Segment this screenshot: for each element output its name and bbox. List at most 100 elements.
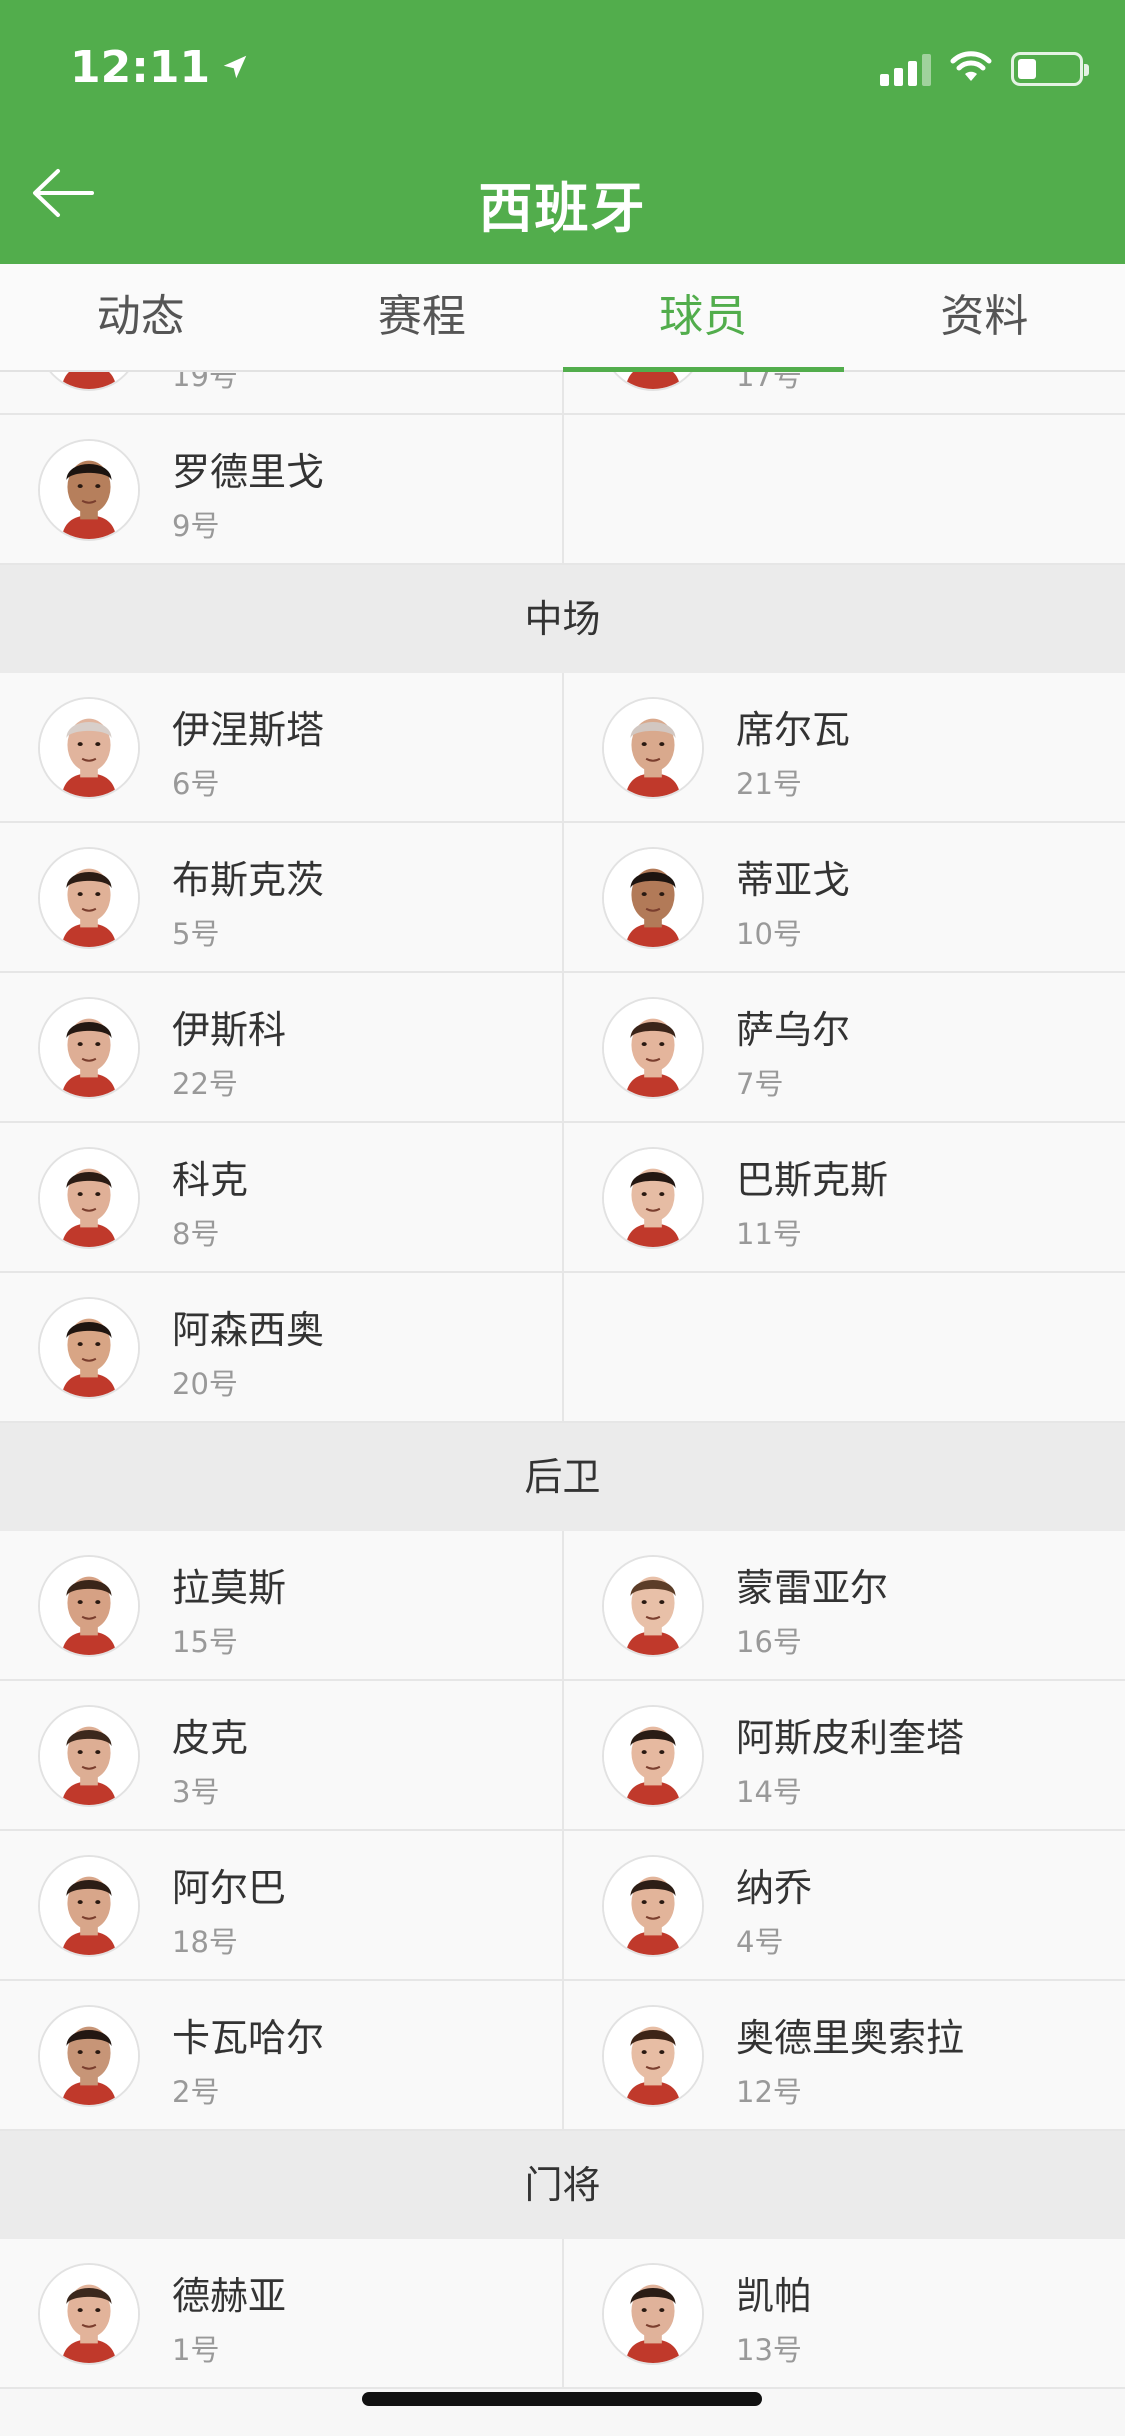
empty-cell	[562, 415, 1125, 563]
player-row: 伊涅斯塔 6号 席尔瓦 21号	[0, 673, 1125, 823]
player-name: 伊涅斯塔	[172, 708, 325, 752]
player-row: 德赫亚 1号 凯帕 13号	[0, 2239, 1125, 2389]
player-avatar	[38, 697, 140, 799]
empty-cell	[562, 1273, 1125, 1421]
player-avatar	[38, 1297, 140, 1399]
player-number: 6号	[172, 767, 220, 801]
player-avatar	[38, 2263, 140, 2365]
section-header: 后卫	[0, 1423, 1125, 1531]
player-list[interactable]: 迭戈-科斯塔19号阿斯帕斯17号罗德里戈 9号中场伊涅斯塔 6号 席尔瓦 21号布斯克茨…	[0, 372, 1125, 2436]
player-row: 阿森西奥 20号	[0, 1273, 1125, 1423]
player-cell[interactable]: 德赫亚 1号	[0, 2239, 562, 2387]
player-number: 18号	[172, 1925, 238, 1959]
player-cell[interactable]: 席尔瓦 21号	[562, 673, 1125, 821]
player-name: 蒂亚戈	[736, 858, 851, 902]
section-header: 中场	[0, 565, 1125, 673]
player-avatar	[602, 1855, 704, 1957]
player-name: 阿森西奥	[172, 1308, 325, 1352]
player-name: 蒙雷亚尔	[736, 1566, 889, 1610]
nav-header: 12:11 西班牙	[0, 0, 1125, 264]
player-cell[interactable]: 伊斯科 22号	[0, 973, 562, 1121]
player-row: 卡瓦哈尔 2号 奥德里奥索拉 12号	[0, 1981, 1125, 2131]
player-avatar	[602, 2263, 704, 2365]
player-cell[interactable]: 阿斯皮利奎塔 14号	[562, 1681, 1125, 1829]
player-number: 15号	[172, 1625, 238, 1659]
page-title: 西班牙	[478, 177, 647, 240]
player-name: 科克	[172, 1158, 249, 1202]
player-number: 7号	[736, 1067, 784, 1101]
player-name: 布斯克茨	[172, 858, 325, 902]
player-cell[interactable]: 迭戈-科斯塔19号	[0, 372, 562, 413]
player-name: 萨乌尔	[736, 1008, 851, 1052]
player-number: 8号	[172, 1217, 220, 1251]
player-name: 阿尔巴	[172, 1866, 287, 1910]
player-avatar	[602, 1555, 704, 1657]
player-number: 22号	[172, 1067, 238, 1101]
player-avatar	[602, 1705, 704, 1807]
player-number: 11号	[736, 1217, 802, 1251]
player-cell[interactable]: 蒙雷亚尔 16号	[562, 1531, 1125, 1679]
player-cell[interactable]: 布斯克茨 5号	[0, 823, 562, 971]
player-name: 拉莫斯	[172, 1566, 287, 1610]
player-cell[interactable]: 阿斯帕斯17号	[562, 372, 1125, 413]
tab-schedule[interactable]: 赛程	[281, 264, 562, 370]
wifi-icon	[949, 50, 993, 88]
tab-info[interactable]: 资料	[844, 264, 1125, 370]
player-number: 17号	[736, 372, 802, 393]
player-cell[interactable]: 凯帕 13号	[562, 2239, 1125, 2387]
player-number: 10号	[736, 917, 802, 951]
player-name: 皮克	[172, 1716, 249, 1760]
player-cell[interactable]: 蒂亚戈 10号	[562, 823, 1125, 971]
player-name: 罗德里戈	[172, 450, 325, 494]
player-number: 2号	[172, 2075, 220, 2109]
player-name: 卡瓦哈尔	[172, 2016, 325, 2060]
player-avatar	[602, 1147, 704, 1249]
player-cell[interactable]: 阿尔巴 18号	[0, 1831, 562, 1979]
player-number: 19号	[172, 372, 238, 393]
player-avatar	[38, 372, 140, 391]
player-avatar	[602, 697, 704, 799]
player-number: 13号	[736, 2333, 802, 2367]
player-cell[interactable]: 卡瓦哈尔 2号	[0, 1981, 562, 2129]
player-name: 伊斯科	[172, 1008, 287, 1052]
cellular-signal-icon	[880, 52, 931, 86]
player-cell[interactable]: 拉莫斯 15号	[0, 1531, 562, 1679]
player-cell[interactable]: 皮克 3号	[0, 1681, 562, 1829]
player-cell[interactable]: 阿森西奥 20号	[0, 1273, 562, 1421]
tab-players[interactable]: 球员	[562, 264, 845, 372]
player-name: 凯帕	[736, 2274, 813, 2318]
player-number: 14号	[736, 1775, 802, 1809]
player-number: 1号	[172, 2333, 220, 2367]
player-cell[interactable]: 萨乌尔 7号	[562, 973, 1125, 1121]
home-indicator[interactable]	[362, 2392, 762, 2406]
location-arrow-icon	[220, 42, 250, 93]
player-name: 巴斯克斯	[736, 1158, 889, 1202]
tab-bar: 动态 赛程 球员 资料	[0, 264, 1125, 372]
player-number: 12号	[736, 2075, 802, 2109]
player-number: 3号	[172, 1775, 220, 1809]
player-cell[interactable]: 纳乔 4号	[562, 1831, 1125, 1979]
status-icons	[880, 50, 1089, 88]
player-row: 皮克 3号 阿斯皮利奎塔 14号	[0, 1681, 1125, 1831]
player-row: 伊斯科 22号 萨乌尔 7号	[0, 973, 1125, 1123]
player-avatar	[38, 439, 140, 541]
player-cell[interactable]: 科克 8号	[0, 1123, 562, 1271]
player-cell[interactable]: 巴斯克斯 11号	[562, 1123, 1125, 1271]
player-avatar	[602, 372, 704, 391]
player-avatar	[38, 847, 140, 949]
player-row: 迭戈-科斯塔19号阿斯帕斯17号	[0, 372, 1125, 415]
player-cell[interactable]: 罗德里戈 9号	[0, 415, 562, 563]
section-header: 门将	[0, 2131, 1125, 2239]
player-row: 布斯克茨 5号 蒂亚戈 10号	[0, 823, 1125, 973]
player-cell[interactable]: 伊涅斯塔 6号	[0, 673, 562, 821]
player-number: 16号	[736, 1625, 802, 1659]
status-time: 12:11	[70, 42, 250, 93]
battery-icon	[1011, 52, 1089, 86]
player-number: 21号	[736, 767, 802, 801]
player-number: 9号	[172, 509, 220, 543]
player-number: 5号	[172, 917, 220, 951]
player-row: 科克 8号 巴斯克斯 11号	[0, 1123, 1125, 1273]
tab-news[interactable]: 动态	[0, 264, 281, 370]
player-avatar	[38, 1855, 140, 1957]
player-cell[interactable]: 奥德里奥索拉 12号	[562, 1981, 1125, 2129]
